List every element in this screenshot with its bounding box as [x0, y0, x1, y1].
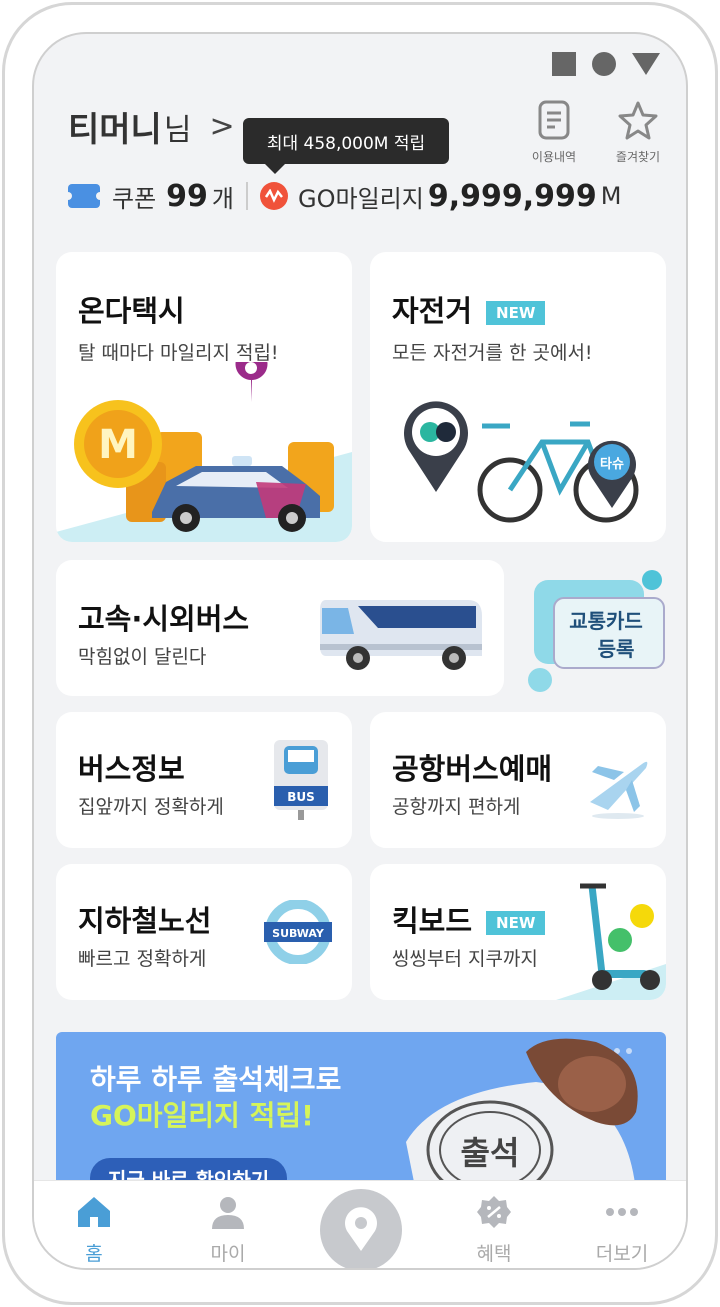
airport-subtitle: 공항까지 편하게: [392, 796, 521, 818]
stamp-text: 출석: [461, 1134, 520, 1172]
tashu-label: 타슈: [600, 456, 624, 472]
subway-sign-icon: SUBWAY: [264, 900, 332, 964]
mileage-label[interactable]: GO마일리지: [298, 179, 424, 214]
kick-title-row: 킥보드 NEW: [392, 898, 546, 940]
stamp-icon: 출석: [406, 1038, 638, 1192]
banner-line1: 하루 하루 출석체크로: [90, 1063, 342, 1096]
nav-home[interactable]: 홈: [54, 1195, 134, 1266]
document-icon: [538, 100, 570, 140]
airport-title: 공항버스예매: [392, 752, 553, 786]
bike-illustration: 타슈: [404, 401, 639, 523]
square-icon: [552, 52, 576, 76]
taxi-illustration: M: [56, 362, 352, 542]
subway-card[interactable]: 지하철노선 빠르고 정확하게 SUBWAY: [56, 864, 352, 1000]
kick-subtitle: 씽씽부터 지쿠까지: [392, 948, 538, 970]
coupon-unit: 개: [211, 184, 235, 213]
kickboard-card[interactable]: 킥보드 NEW 씽씽부터 지쿠까지: [370, 864, 666, 1000]
bus-sign-text: BUS: [287, 790, 315, 804]
triangle-icon: [632, 53, 660, 75]
home-icon: [78, 1197, 110, 1227]
circle-icon: [592, 52, 616, 76]
kick-title: 킥보드: [392, 904, 473, 938]
express-bus-card[interactable]: 고속·시외버스 막힘없이 달린다: [56, 560, 504, 696]
transit-card-line2: 등록: [598, 637, 635, 661]
chevron-right-icon: >: [209, 109, 235, 144]
transit-card-register-button[interactable]: 교통카드 등록: [520, 570, 670, 696]
discount-badge-icon: [477, 1196, 511, 1228]
subway-title: 지하철노선: [78, 904, 212, 938]
divider: [246, 182, 249, 210]
taxi-title: 온다택시: [78, 294, 185, 328]
new-badge: NEW: [486, 301, 546, 325]
transit-card-icon: 교통카드 등록: [528, 570, 665, 692]
express-title: 고속·시외버스: [78, 602, 250, 636]
ssing-logo-icon: [608, 928, 632, 952]
nav-my[interactable]: 마이: [188, 1195, 268, 1266]
express-subtitle: 막힘없이 달린다: [78, 646, 207, 668]
subway-sign-text: SUBWAY: [272, 927, 325, 940]
bottom-nav: 홈 마이 혜택 더보기: [34, 1180, 686, 1268]
taxi-card[interactable]: 온다택시 탈 때마다 마일리지 적립! M: [56, 252, 352, 542]
bike-title: 자전거: [392, 294, 473, 328]
mileage-unit: M: [600, 182, 622, 210]
tashu-pin-icon: 타슈: [588, 440, 636, 508]
coin-letter: M: [98, 422, 138, 468]
history-label: 이용내역: [531, 150, 577, 164]
bus-info-card[interactable]: 버스정보 집앞까지 정확하게 BUS: [56, 712, 352, 848]
bus-stop-icon: BUS: [274, 740, 328, 820]
bike-card[interactable]: 자전거 NEW 모든 자전거를 한 곳에서! 타슈: [370, 252, 666, 542]
points-summary: 쿠폰 99 개 GO마일리지 9,999,999 M: [64, 176, 622, 216]
nav-my-label: 마이: [210, 1243, 246, 1265]
star-icon: [618, 101, 658, 140]
banner-line2: GO마일리지 적립!: [90, 1099, 314, 1132]
coupon-count[interactable]: 99: [166, 179, 208, 214]
user-profile-link[interactable]: 티머니 님 >: [68, 102, 235, 151]
subway-subtitle: 빠르고 정확하게: [78, 948, 207, 970]
nav-more-label: 더보기: [595, 1243, 649, 1265]
user-name: 티머니: [68, 110, 162, 150]
airplane-icon: [590, 761, 648, 819]
taxi-subtitle: 탈 때마다 마일리지 적립!: [78, 342, 279, 364]
favorites-label: 즐겨찾기: [615, 150, 661, 164]
kickboard-illustration: [556, 883, 666, 1000]
coupon-icon: [64, 184, 104, 208]
nav-benefit[interactable]: 혜택: [454, 1195, 534, 1266]
map-pin-icon: [404, 401, 468, 492]
more-dots-icon: [606, 1208, 638, 1216]
nav-more[interactable]: 더보기: [582, 1195, 662, 1266]
mileage-value[interactable]: 9,999,999: [428, 179, 597, 214]
location-button[interactable]: [320, 1189, 402, 1268]
bus-subtitle: 집앞까지 정확하게: [78, 796, 224, 818]
nav-benefit-label: 혜택: [476, 1243, 512, 1265]
nav-home-label: 홈: [85, 1243, 103, 1265]
mileage-tooltip: 최대 458,000M 적립: [243, 118, 449, 174]
person-icon: [212, 1197, 244, 1229]
jikoo-logo-icon: [630, 904, 654, 928]
go-mileage-icon: [260, 182, 289, 210]
new-badge: NEW: [486, 911, 546, 935]
bike-subtitle: 모든 자전거를 한 곳에서!: [392, 342, 593, 364]
bus-title: 버스정보: [78, 752, 185, 786]
history-button[interactable]: 이용내역: [524, 100, 584, 165]
app-screen: 티머니 님 > 최대 458,000M 적립 이용내역 즐겨찾기 쿠폰 99 개…: [32, 32, 688, 1270]
favorites-button[interactable]: 즐겨찾기: [608, 100, 668, 165]
location-pin-icon: [345, 1207, 377, 1251]
mileage-coin-icon: M: [74, 400, 162, 488]
user-suffix: 님: [163, 112, 192, 148]
express-bus-icon: [320, 600, 482, 670]
coupon-label[interactable]: 쿠폰: [112, 179, 156, 214]
bike-title-row: 자전거 NEW: [392, 288, 546, 330]
status-bar: [552, 52, 660, 76]
airport-bus-card[interactable]: 공항버스예매 공항까지 편하게: [370, 712, 666, 848]
transit-card-line1: 교통카드: [569, 609, 643, 633]
attendance-banner[interactable]: 하루 하루 출석체크로 GO마일리지 적립! 지금 바로 확인하기 출석: [56, 1032, 666, 1192]
